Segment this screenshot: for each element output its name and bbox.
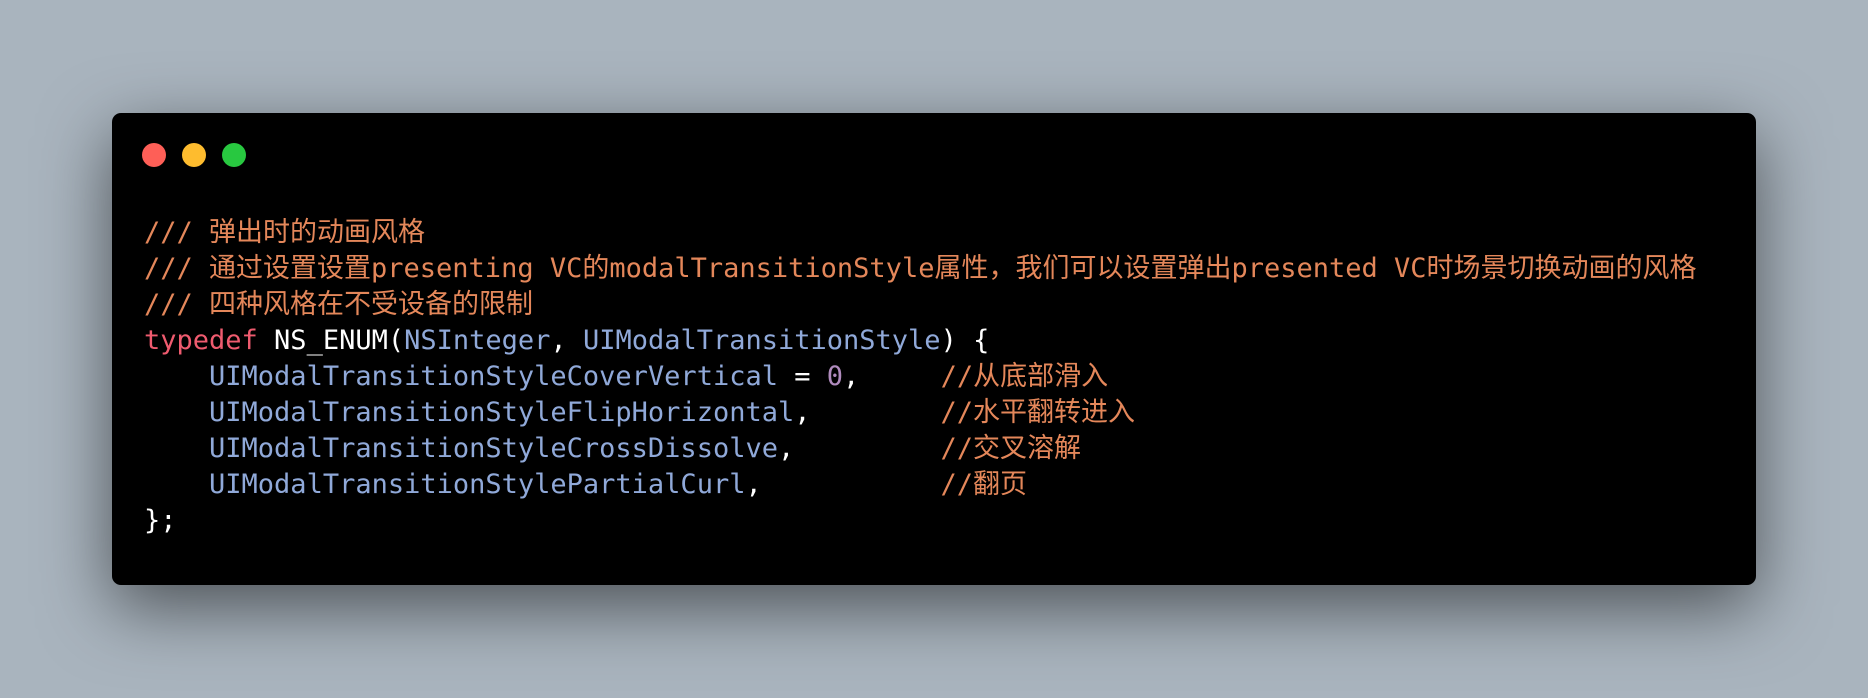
maximize-dot[interactable] bbox=[222, 143, 246, 167]
code-block: /// 弹出时的动画风格 /// 通过设置设置presenting VC的moda… bbox=[144, 215, 1697, 539]
comment-text: /// 弹出时的动画风格 bbox=[144, 217, 426, 248]
code-line-member-0: UIModalTransitionStyleCoverVertical = 0,… bbox=[144, 359, 1697, 395]
code-line-comment-2: /// 通过设置设置presenting VC的modalTransitionS… bbox=[144, 251, 1697, 287]
enum-member-value: 0 bbox=[826, 361, 844, 392]
assign-operator: = bbox=[777, 361, 827, 392]
window-controls bbox=[142, 143, 246, 167]
type-nsinteger: NSInteger bbox=[404, 325, 551, 356]
code-line-member-1: UIModalTransitionStyleFlipHorizontal, //… bbox=[144, 395, 1697, 431]
keyword-typedef: typedef bbox=[144, 325, 258, 356]
member-comment: //从底部滑入 bbox=[940, 361, 1109, 392]
code-window: /// 弹出时的动画风格 /// 通过设置设置presenting VC的moda… bbox=[112, 113, 1756, 585]
enum-member-name: UIModalTransitionStyleFlipHorizontal bbox=[209, 397, 795, 428]
member-padding: , bbox=[745, 469, 941, 500]
code-line-close: }; bbox=[144, 503, 1697, 539]
enum-member-name: UIModalTransitionStyleCrossDissolve bbox=[209, 433, 778, 464]
code-line-comment-1: /// 弹出时的动画风格 bbox=[144, 215, 1697, 251]
member-comment: //水平翻转进入 bbox=[940, 397, 1136, 428]
code-line-member-2: UIModalTransitionStyleCrossDissolve, //交… bbox=[144, 431, 1697, 467]
member-comment: //交叉溶解 bbox=[940, 433, 1082, 464]
close-dot[interactable] bbox=[142, 143, 166, 167]
code-line-typedef: typedef NS_ENUM(NSInteger, UIModalTransi… bbox=[144, 323, 1697, 359]
macro-ns-enum: NS_ENUM( bbox=[257, 325, 405, 356]
member-comment: //翻页 bbox=[940, 469, 1028, 500]
member-padding: , bbox=[843, 361, 941, 392]
type-uimodaltransitionstyle: UIModalTransitionStyle bbox=[582, 325, 941, 356]
comment-text: /// 四种风格在不受设备的限制 bbox=[144, 289, 534, 320]
comma: , bbox=[550, 325, 583, 356]
code-line-comment-3: /// 四种风格在不受设备的限制 bbox=[144, 287, 1697, 323]
enum-member-name: UIModalTransitionStylePartialCurl bbox=[209, 469, 746, 500]
minimize-dot[interactable] bbox=[182, 143, 206, 167]
code-line-member-3: UIModalTransitionStylePartialCurl, //翻页 bbox=[144, 467, 1697, 503]
close-brace: }; bbox=[144, 505, 177, 536]
enum-member-name: UIModalTransitionStyleCoverVertical bbox=[209, 361, 778, 392]
member-padding: , bbox=[794, 397, 941, 428]
open-brace: ) { bbox=[940, 325, 990, 356]
member-padding: , bbox=[777, 433, 941, 464]
comment-text: /// 通过设置设置presenting VC的modalTransitionS… bbox=[144, 253, 1697, 284]
